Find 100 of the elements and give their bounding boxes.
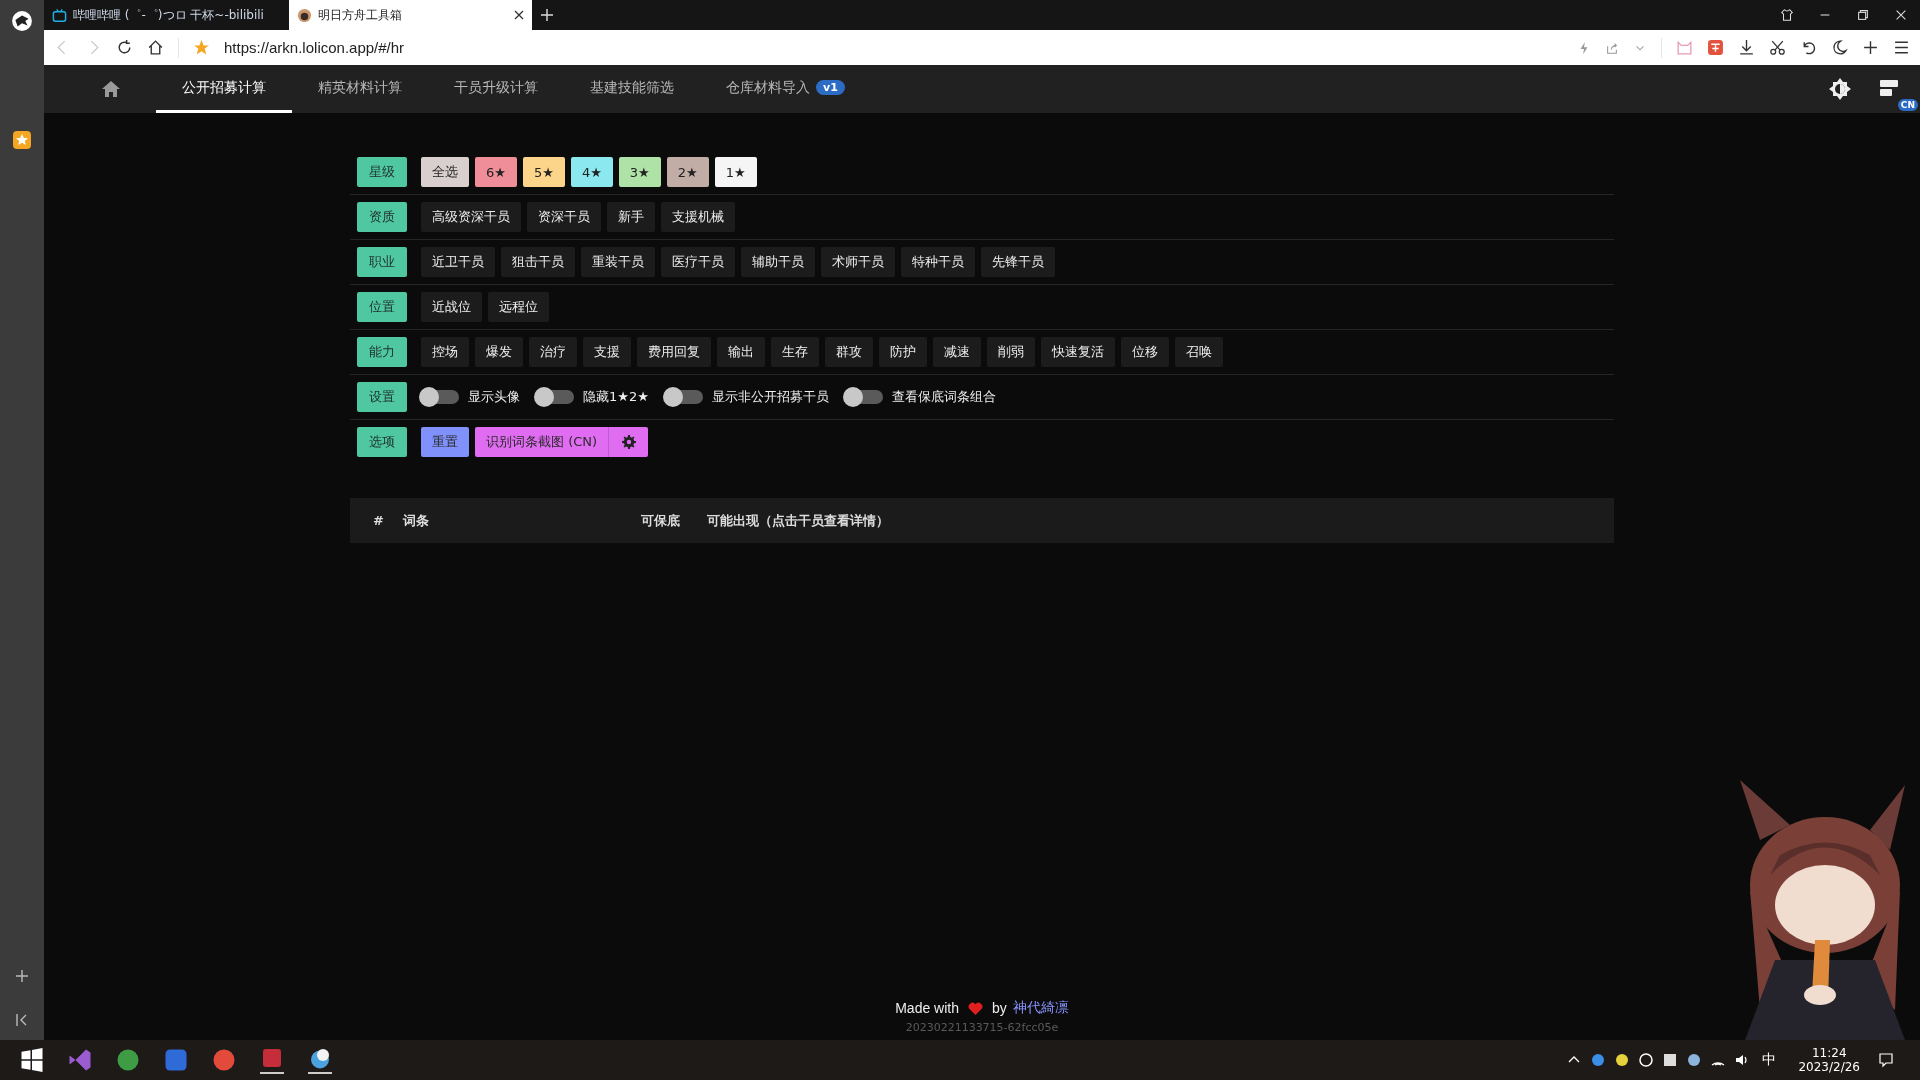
translate-icon[interactable] [1707, 39, 1724, 56]
toggle-switch[interactable] [844, 390, 883, 404]
ime-indicator[interactable]: 中 [1762, 1051, 1777, 1069]
filter-chip[interactable]: 群攻 [825, 337, 873, 367]
browser-tab[interactable]: 明日方舟工具箱 [289, 0, 532, 30]
filter-chip[interactable]: 资深干员 [527, 202, 601, 232]
footer-text: Made with [895, 1000, 959, 1016]
filter-chip[interactable]: 5★ [522, 157, 565, 187]
home-icon[interactable] [147, 39, 164, 56]
filter-chip[interactable]: 减速 [933, 337, 981, 367]
column-header: 词条 [403, 511, 430, 530]
steam-icon[interactable] [1686, 1052, 1703, 1068]
filter-chip[interactable]: 支援机械 [661, 202, 735, 232]
toggle-label: 查看保底词条组合 [891, 388, 996, 406]
filter-chip[interactable]: 削弱 [987, 337, 1035, 367]
filter-chip[interactable]: 治疗 [529, 337, 577, 367]
toggle-label: 隐藏1★2★ [583, 388, 649, 406]
filter-chip[interactable]: 位移 [1121, 337, 1169, 367]
filter-label: 星级 [357, 157, 407, 187]
close-icon[interactable] [514, 10, 524, 20]
action-button[interactable]: 重置 [421, 427, 469, 457]
menu-icon[interactable] [1893, 39, 1910, 56]
restore-icon[interactable] [1856, 8, 1870, 22]
clock-date[interactable]: 2023/2/26 [1798, 1060, 1860, 1074]
author-link[interactable]: 神代綺凛 [1012, 999, 1069, 1017]
download-icon[interactable] [1738, 39, 1755, 56]
filter-label: 选项 [357, 427, 407, 457]
toggle-switch[interactable] [536, 390, 574, 404]
action-button[interactable]: 识别词条截图 (CN) [475, 427, 609, 457]
tray-icon[interactable] [1614, 1052, 1631, 1068]
app-icon[interactable] [308, 1046, 332, 1074]
avatar-icon [297, 7, 312, 23]
filter-label: 资质 [357, 202, 407, 232]
windows-icon[interactable] [20, 1048, 44, 1072]
star-icon[interactable] [193, 39, 210, 56]
filter-chip[interactable]: 召唤 [1175, 337, 1223, 367]
version-badge: v1 [816, 80, 845, 95]
filter-chip[interactable]: 术师干员 [821, 247, 895, 277]
moon-icon[interactable] [1831, 39, 1848, 56]
nav-tab[interactable]: 仓库材料导入 v1 [700, 65, 871, 113]
browser-tab[interactable]: 哔哩哔哩 (゜-゜)つロ 干杯~-bilibili [44, 0, 289, 30]
filter-chip[interactable]: 防护 [879, 337, 927, 367]
footer-text: by [992, 1000, 1007, 1016]
reload-icon[interactable] [116, 39, 133, 56]
filter-label: 位置 [357, 292, 407, 322]
new-tab-icon[interactable] [540, 8, 554, 22]
filter-chip[interactable]: 生存 [771, 337, 819, 367]
filter-chip[interactable]: 近卫干员 [421, 247, 495, 277]
tray-icon[interactable] [1638, 1052, 1655, 1068]
toggle-switch[interactable] [421, 390, 459, 404]
shirt-icon[interactable] [1780, 8, 1794, 22]
language-badge: CN [1897, 99, 1918, 111]
toggle-switch[interactable] [664, 390, 703, 404]
scissors-icon[interactable] [1769, 39, 1786, 56]
tv-icon [52, 7, 67, 23]
home-icon[interactable] [101, 79, 121, 99]
filter-chip[interactable]: 3★ [618, 157, 661, 187]
tray-icon[interactable] [1662, 1052, 1679, 1068]
filter-chip[interactable]: 控场 [421, 337, 469, 367]
filter-chip[interactable]: 新手 [607, 202, 655, 232]
filter-chip[interactable]: 狙击干员 [501, 247, 575, 277]
filter-chip[interactable]: 重装干员 [581, 247, 655, 277]
gear-icon [621, 435, 636, 449]
add-icon[interactable] [1862, 39, 1879, 56]
filter-label: 职业 [357, 247, 407, 277]
filter-chip[interactable]: 高级资深干员 [421, 202, 521, 232]
notification-icon[interactable] [1878, 1052, 1894, 1068]
filter-chip[interactable]: 输出 [717, 337, 765, 367]
settings-button[interactable] [608, 427, 649, 457]
filter-chip[interactable]: 爆发 [475, 337, 523, 367]
filter-chip[interactable]: 全选 [421, 157, 469, 187]
nav-tab[interactable]: 精英材料计算 [292, 65, 428, 113]
filter-chip[interactable]: 快速复活 [1041, 337, 1115, 367]
filter-chip[interactable]: 费用回复 [637, 337, 711, 367]
filter-chip[interactable]: 近战位 [421, 292, 482, 322]
column-header: 可能出现（点击干员查看详情） [707, 511, 889, 530]
column-header: # [373, 513, 385, 528]
filter-chip[interactable]: 4★ [570, 157, 613, 187]
toggle-label: 显示非公开招募干员 [711, 388, 829, 406]
url-text[interactable]: https://arkn.lolicon.app/#/hr [224, 39, 405, 56]
filter-chip[interactable]: 支援 [583, 337, 631, 367]
nav-tab[interactable]: 基建技能筛选 [564, 65, 700, 113]
column-header: 可保底 [641, 511, 681, 530]
clock-time[interactable]: 11:24 [1811, 1046, 1847, 1060]
filter-chip[interactable]: 特种干员 [901, 247, 975, 277]
version-text: 20230221133715-62fcc05e [905, 1021, 1059, 1034]
brightness-icon[interactable] [1828, 77, 1852, 101]
filter-label: 设置 [357, 382, 407, 412]
filter-chip[interactable]: 1★ [714, 157, 757, 187]
browser-logo-icon[interactable] [11, 10, 33, 32]
filter-chip[interactable]: 2★ [666, 157, 709, 187]
app-icon[interactable] [260, 1046, 284, 1074]
filter-chip[interactable]: 辅助干员 [741, 247, 815, 277]
filter-chip[interactable]: 医疗干员 [661, 247, 735, 277]
heart-icon [968, 1001, 983, 1015]
filter-chip[interactable]: 6★ [475, 157, 517, 187]
filter-chip[interactable]: 远程位 [488, 292, 549, 322]
nav-tab[interactable]: 干员升级计算 [428, 65, 564, 113]
close-icon[interactable] [1894, 8, 1908, 22]
filter-chip[interactable]: 先锋干员 [981, 247, 1055, 277]
